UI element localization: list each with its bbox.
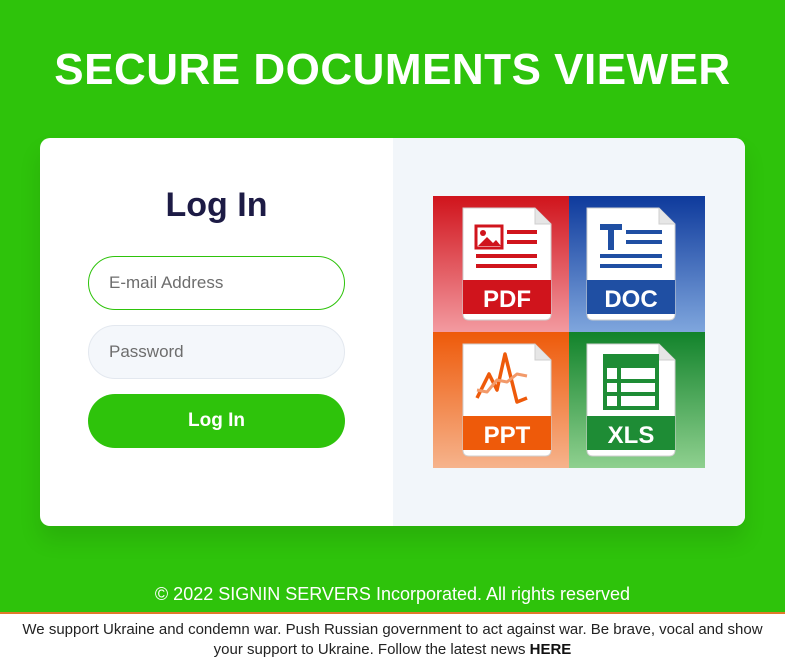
login-heading: Log In — [165, 186, 268, 224]
pdf-tile: PDF — [433, 196, 569, 332]
ppt-icon: PPT — [433, 332, 569, 468]
pdf-label: PDF — [483, 286, 531, 313]
xls-icon: XLS — [569, 332, 705, 468]
email-field[interactable] — [88, 256, 345, 310]
copyright-text: © 2022 SIGNIN SERVERS Incorporated. All … — [154, 584, 631, 604]
page-title: SECURE DOCUMENTS VIEWER — [54, 45, 731, 94]
doc-tile: DOC — [569, 196, 705, 332]
ukraine-support-banner: We support Ukraine and condemn war. Push… — [0, 612, 785, 664]
doc-label: DOC — [604, 286, 657, 313]
ppt-tile: PPT — [433, 332, 569, 468]
doc-icon: DOC — [569, 196, 705, 332]
pdf-icon: PDF — [433, 196, 569, 332]
login-card: Log In Log In — [40, 138, 745, 526]
xls-label: XLS — [608, 422, 655, 449]
documents-panel: PDF DOC PPT XLS — [393, 138, 745, 526]
news-link[interactable]: HERE — [530, 641, 572, 658]
xls-tile: XLS — [569, 332, 705, 468]
password-field[interactable] — [88, 325, 345, 379]
login-panel: Log In Log In — [40, 138, 393, 526]
document-types-graphic: PDF DOC PPT XLS — [433, 196, 705, 468]
banner-message: We support Ukraine and condemn war. Push… — [22, 621, 763, 658]
ppt-label: PPT — [484, 422, 531, 449]
login-button[interactable]: Log In — [88, 394, 345, 448]
